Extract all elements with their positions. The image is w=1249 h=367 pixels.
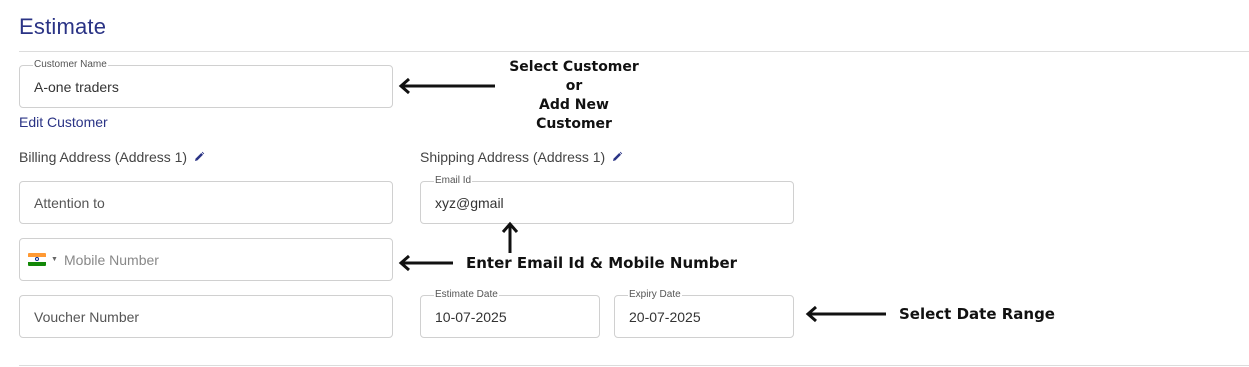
shipping-address-heading: Shipping Address (Address 1) (420, 149, 623, 165)
customer-annotation-line2: or (565, 78, 583, 94)
arrow-left-icon (398, 254, 453, 272)
arrow-left-icon (805, 305, 886, 323)
customer-name-field[interactable]: Customer Name A-one traders (19, 59, 393, 108)
customer-name-value: A-one traders (34, 78, 119, 95)
expiry-date-field[interactable]: Expiry Date 20-07-2025 (614, 289, 794, 338)
pencil-icon[interactable] (611, 151, 623, 163)
header-divider (19, 51, 1249, 52)
billing-address-label: Billing Address (Address 1) (19, 149, 188, 165)
expiry-date-value: 20-07-2025 (629, 308, 701, 325)
estimate-date-field[interactable]: Estimate Date 10-07-2025 (420, 289, 600, 338)
customer-annotation: Select Customer or Add New Customer (500, 58, 648, 134)
arrow-left-icon (398, 77, 495, 95)
attention-to-placeholder: Attention to (34, 194, 105, 211)
arrow-up-icon (501, 221, 519, 253)
customer-annotation-line1: Select Customer (509, 59, 639, 75)
caret-down-icon[interactable]: ▼ (51, 256, 58, 263)
customer-annotation-line3: Add New Customer (536, 97, 612, 132)
attention-to-field[interactable]: Attention to (19, 181, 393, 224)
estimate-date-value: 10-07-2025 (435, 308, 507, 325)
pencil-icon[interactable] (193, 151, 205, 163)
page-title: Estimate (19, 14, 107, 39)
date-range-annotation: Select Date Range (899, 305, 1055, 323)
email-value: xyz@gmail (435, 194, 504, 211)
contact-annotation: Enter Email Id & Mobile Number (466, 254, 738, 272)
india-flag-icon[interactable] (28, 253, 46, 266)
billing-address-heading: Billing Address (Address 1) (19, 149, 205, 165)
mobile-number-placeholder: Mobile Number (64, 251, 159, 268)
footer-divider (19, 365, 1249, 366)
shipping-address-label: Shipping Address (Address 1) (420, 149, 606, 165)
edit-customer-link[interactable]: Edit Customer (19, 114, 108, 130)
voucher-number-placeholder: Voucher Number (34, 308, 140, 325)
voucher-number-field[interactable]: Voucher Number (19, 295, 393, 338)
mobile-number-field[interactable]: ▼ Mobile Number (19, 238, 393, 281)
email-field[interactable]: Email Id xyz@gmail (420, 175, 794, 224)
